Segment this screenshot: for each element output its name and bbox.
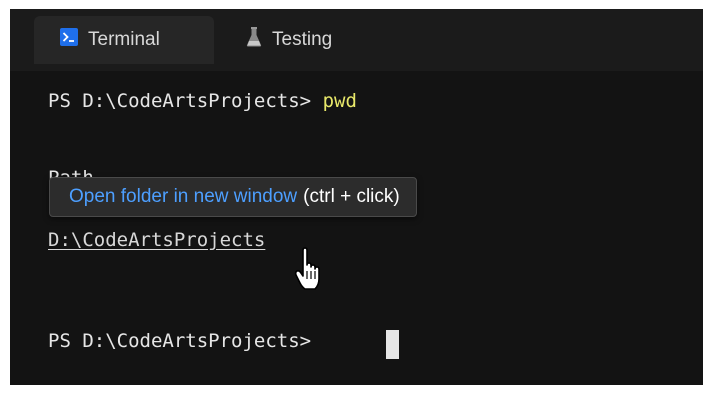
tab-testing[interactable]: Testing — [246, 16, 376, 64]
path-link[interactable]: D:\CodeArtsProjects — [48, 229, 265, 251]
prompt-text: PS D:\CodeArtsProjects> — [48, 90, 312, 112]
hand-pointer-icon — [292, 247, 328, 293]
terminal-icon — [60, 28, 78, 52]
tooltip-hint: (ctrl + click) — [303, 186, 400, 207]
tab-terminal[interactable]: Terminal — [34, 16, 214, 64]
terminal-panel: Terminal Testing PS D:\CodeArtsProjects>… — [10, 9, 703, 385]
open-folder-link[interactable]: Open folder in new window — [69, 186, 297, 208]
terminal-line-path: D:\CodeArtsProjects — [48, 229, 265, 251]
tab-testing-label: Testing — [272, 29, 333, 50]
panel-tab-bar: Terminal Testing — [10, 9, 703, 71]
prompt-text: PS D:\CodeArtsProjects> — [48, 330, 312, 352]
terminal-line-prompt1: PS D:\CodeArtsProjects> pwd — [48, 90, 357, 112]
flask-icon — [246, 27, 262, 53]
link-tooltip: Open folder in new window (ctrl + click) — [49, 177, 417, 217]
terminal-output[interactable]: PS D:\CodeArtsProjects> pwd Path D:\Code… — [10, 71, 703, 385]
terminal-cursor — [386, 330, 399, 359]
tab-terminal-label: Terminal — [88, 29, 160, 50]
terminal-line-prompt2: PS D:\CodeArtsProjects> — [48, 330, 311, 352]
command-text: pwd — [322, 90, 357, 112]
